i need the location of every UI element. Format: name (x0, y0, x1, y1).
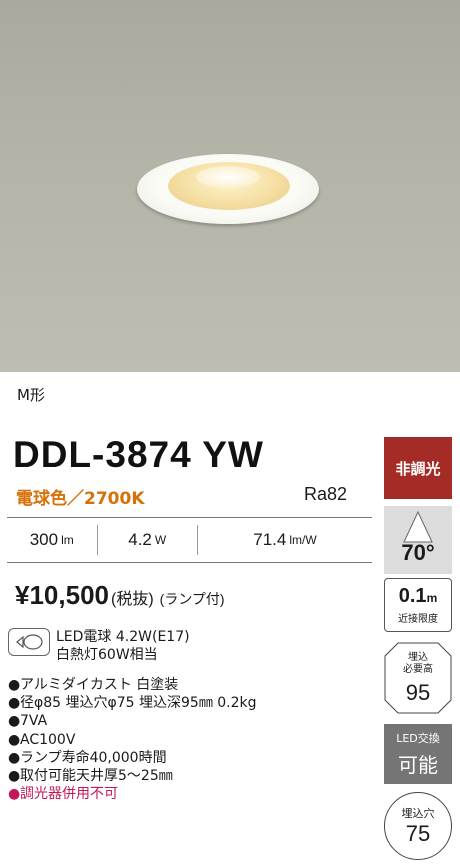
list-item: ●AC100V (8, 731, 76, 748)
list-item: ●7VA (8, 713, 48, 730)
spec-wattage: 4.2 W (98, 525, 198, 555)
downlight-bulb (196, 166, 260, 188)
bulb-icon (8, 628, 50, 656)
price-amount: ¥10,500 (15, 580, 109, 610)
spec-table: 300 lm 4.2 W 71.4 lm/W (7, 517, 372, 563)
bulb-spec: LED電球 4.2W(E17) 白熱灯60W相当 (56, 629, 190, 663)
price: ¥10,500 (税抜) (ランプ付) (15, 580, 225, 611)
product-photo (0, 0, 460, 372)
price-lamp-note: (ランプ付) (159, 591, 225, 607)
beam-angle-badge: 70° (384, 506, 452, 574)
proximity-limit-badge: 0.1m 近接限度 (384, 578, 452, 632)
non-dimmable-badge: 非調光 (384, 437, 452, 499)
shape-label: M形 (17, 386, 45, 404)
warning-item: ●調光器併用不可 (8, 786, 118, 803)
list-item: ●ランプ寿命40,000時間 (8, 749, 167, 766)
color-rendering-index: Ra82 (304, 484, 348, 504)
list-item: ●径φ85 埋込穴φ75 埋込深95㎜ 0.2kg (8, 695, 257, 712)
embed-height-badge: 埋込 必要高 95 (384, 642, 452, 714)
cutout-diameter-badge: 埋込穴 75 (384, 792, 452, 860)
price-tax-note: (税抜) (110, 591, 154, 608)
list-item: ●取付可能天井厚5～25㎜ (8, 768, 173, 785)
model-number: DDL-3874 YW (13, 434, 264, 475)
list-item: ●アルミダイカスト 白塗装 (8, 677, 179, 693)
led-replaceable-badge: LED交換 可能 (384, 724, 452, 784)
color-temperature: 電球色／2700K (16, 489, 145, 509)
spec-lumen: 300 lm (7, 525, 98, 555)
feature-list: ●アルミダイカスト 白塗装 ●径φ85 埋込穴φ75 埋込深95㎜ 0.2kg … (8, 676, 257, 803)
spec-efficacy: 71.4 lm/W (253, 530, 317, 549)
